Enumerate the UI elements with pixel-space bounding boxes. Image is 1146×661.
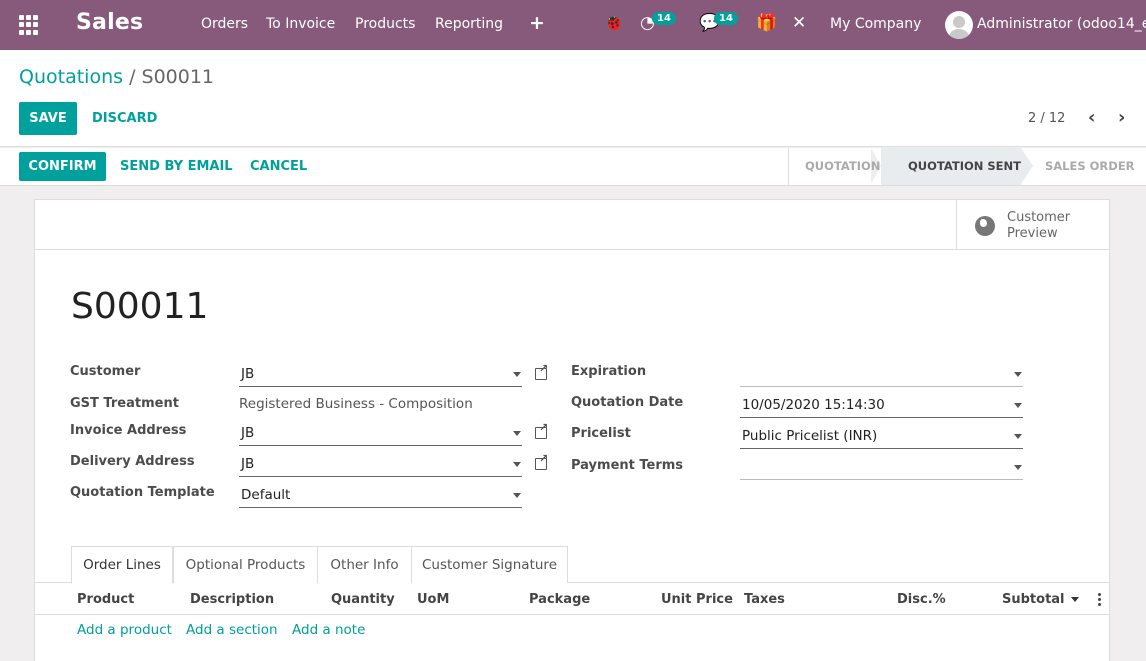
delivery-address-field[interactable]: JB (241, 456, 254, 472)
confirm-button[interactable]: CONFIRM (19, 152, 106, 181)
column-product[interactable]: Product (77, 592, 134, 607)
stage-quotation-sent[interactable]: QUOTATION SENT (908, 159, 1021, 173)
column-uom[interactable]: UoM (417, 592, 449, 607)
tools-icon[interactable]: ✕ (792, 13, 806, 33)
menu-reporting[interactable]: Reporting (435, 16, 503, 32)
invoice-address-dropdown-icon[interactable] (513, 431, 521, 436)
customer-preview-label: Customer Preview (1007, 210, 1071, 241)
column-unit-price[interactable]: Unit Price (661, 592, 733, 607)
breadcrumb-current: S00011 (141, 66, 215, 88)
invoice-address-underline (239, 445, 522, 446)
plus-icon[interactable]: + (529, 12, 545, 34)
column-discount[interactable]: Disc.% (897, 592, 946, 607)
discard-button[interactable]: DISCARD (92, 111, 157, 126)
pricelist-underline (740, 448, 1023, 449)
column-package[interactable]: Package (529, 592, 590, 607)
invoice-address-label: Invoice Address (70, 423, 187, 438)
save-button[interactable]: SAVE (19, 102, 77, 135)
quotation-date-field[interactable]: 10/05/2020 15:14:30 (742, 397, 885, 413)
company-switcher[interactable]: My Company (830, 16, 921, 32)
optional-columns-icon[interactable] (1098, 593, 1101, 606)
tab-order-lines[interactable]: Order Lines (71, 546, 173, 584)
column-quantity[interactable]: Quantity (331, 592, 395, 607)
expiration-dropdown-icon[interactable] (1014, 372, 1022, 377)
sort-desc-icon (1070, 597, 1079, 602)
customer-underline (239, 386, 522, 387)
delivery-address-dropdown-icon[interactable] (513, 462, 521, 467)
activity-badge: 14 (652, 12, 676, 25)
column-taxes[interactable]: Taxes (744, 592, 785, 607)
invoice-address-external-link-icon[interactable] (535, 421, 548, 439)
delivery-address-external-link-icon[interactable] (535, 452, 548, 470)
control-panel: Quotations / S00011 SAVE DISCARD 2 / 12 … (0, 50, 1146, 147)
quotation-date-label: Quotation Date (571, 395, 684, 410)
payment-terms-underline (740, 479, 1023, 480)
record-title: S00011 (71, 286, 209, 327)
user-menu[interactable]: Administrator (odoo14_e) (977, 16, 1146, 32)
breadcrumb-separator: / (129, 66, 136, 88)
add-note-link[interactable]: Add a note (292, 622, 365, 638)
breadcrumb-quotations[interactable]: Quotations (19, 66, 123, 88)
gst-treatment-label: GST Treatment (70, 396, 179, 411)
pricelist-label: Pricelist (571, 426, 631, 441)
order-lines-header: Product Description Quantity UoM Package… (35, 584, 1109, 615)
pricelist-dropdown-icon[interactable] (1014, 434, 1022, 439)
status-bar: CONFIRM SEND BY EMAIL CANCEL QUOTATION Q… (0, 148, 1146, 186)
avatar[interactable] (945, 11, 973, 39)
pricelist-field[interactable]: Public Pricelist (INR) (742, 428, 877, 444)
customer-external-link-icon[interactable] (535, 362, 548, 380)
form-sheet: Customer Preview S00011 Customer JB GST … (34, 199, 1110, 661)
customer-field[interactable]: JB (241, 366, 254, 382)
column-description[interactable]: Description (190, 592, 274, 607)
stage-pipeline: QUOTATION QUOTATION SENT SALES ORDER (788, 148, 1146, 185)
globe-icon (975, 216, 995, 236)
top-navbar: Sales Orders To Invoice Products Reporti… (0, 0, 1146, 50)
notebook-tabs: Order Lines Optional Products Other Info… (35, 546, 1109, 584)
menu-orders[interactable]: Orders (201, 16, 248, 32)
pager-value[interactable]: 2 / 12 (1028, 111, 1065, 126)
gst-treatment-value: Registered Business - Composition (239, 396, 473, 412)
quotation-date-underline (740, 417, 1023, 418)
quotation-template-label: Quotation Template (70, 485, 215, 500)
column-subtotal[interactable]: Subtotal (1002, 592, 1079, 607)
expiration-underline (740, 386, 1023, 387)
delivery-address-label: Delivery Address (70, 454, 195, 469)
cancel-button[interactable]: CANCEL (250, 159, 307, 174)
add-line-row: Add a product Add a section Add a note (35, 615, 1109, 647)
customer-dropdown-icon[interactable] (513, 372, 521, 377)
tab-optional-products[interactable]: Optional Products (173, 546, 318, 583)
quotation-date-dropdown-icon[interactable] (1014, 403, 1022, 408)
add-section-link[interactable]: Add a section (186, 622, 278, 638)
menu-to-invoice[interactable]: To Invoice (266, 16, 335, 32)
breadcrumb: Quotations / S00011 (19, 66, 214, 88)
pager-next-icon[interactable]: › (1118, 107, 1125, 128)
gift-icon[interactable]: 🎁 (756, 13, 777, 33)
tab-customer-signature[interactable]: Customer Signature (411, 546, 568, 583)
send-by-email-button[interactable]: SEND BY EMAIL (120, 159, 233, 174)
invoice-address-field[interactable]: JB (241, 425, 254, 441)
customer-preview-button[interactable]: Customer Preview (956, 200, 1109, 250)
expiration-label: Expiration (571, 364, 647, 379)
stage-sales-order[interactable]: SALES ORDER (1045, 159, 1135, 173)
bug-icon[interactable]: 🐞 (603, 13, 624, 33)
add-product-link[interactable]: Add a product (77, 622, 172, 638)
quotation-template-field[interactable]: Default (241, 487, 290, 503)
payment-terms-label: Payment Terms (571, 458, 684, 473)
messages-badge: 14 (714, 12, 738, 25)
customer-label: Customer (70, 364, 141, 379)
tab-other-info[interactable]: Other Info (317, 546, 412, 583)
quotation-template-dropdown-icon[interactable] (513, 493, 521, 498)
apps-grid-icon[interactable] (19, 15, 39, 35)
button-box: Customer Preview (35, 200, 1109, 250)
app-name[interactable]: Sales (76, 10, 143, 35)
quotation-template-underline (239, 507, 522, 508)
menu-products[interactable]: Products (355, 16, 415, 32)
delivery-address-underline (239, 476, 522, 477)
payment-terms-dropdown-icon[interactable] (1014, 465, 1022, 470)
pager-previous-icon[interactable]: ‹ (1088, 107, 1095, 128)
stage-quotation[interactable]: QUOTATION (805, 159, 880, 173)
